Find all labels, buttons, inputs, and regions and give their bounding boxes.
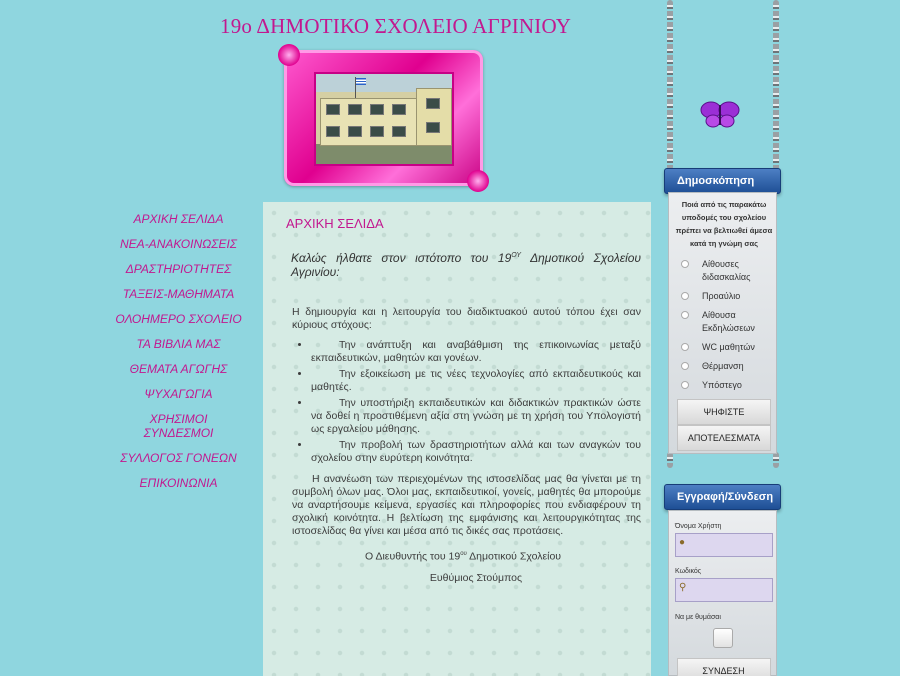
list-item: Την ανάπτυξη και αναβάθμιση της επικοινω… xyxy=(311,339,641,365)
poll-option-label: Αίθουσα Εκδηλώσεων xyxy=(702,310,755,333)
poll-option[interactable]: Υπόστεγο xyxy=(675,379,773,392)
poll-option-label: Προαύλιο xyxy=(702,291,741,301)
director-title: Ο Διευθυντής του 19ου Δημοτικού Σχολείου xyxy=(364,550,562,563)
intro-text: Η δημιουργία και η λειτουργία του διαδικ… xyxy=(292,306,641,331)
username-field[interactable]: ● xyxy=(675,533,773,557)
poll-option-label: Θέρμανση xyxy=(702,361,744,371)
poll-option-label: Υπόστεγο xyxy=(702,380,742,390)
login-button[interactable]: ΣΥΝΔΕΣΗ xyxy=(676,658,771,676)
poll-option[interactable]: WC μαθητών xyxy=(675,341,773,354)
radio-button[interactable] xyxy=(681,381,689,389)
list-item: Την προβολή των δραστηριοτήτων αλλά και … xyxy=(311,439,641,465)
radio-button[interactable] xyxy=(681,292,689,300)
director-name: Ευθύμιος Στούμπος xyxy=(429,571,523,584)
results-button[interactable]: ΑΠΟΤΕΛΕΣΜΑΤΑ xyxy=(677,425,771,451)
main-navigation: ΑΡΧΙΚΗ ΣΕΛΙΔΑ ΝΕΑ-ΑΝΑΚΟΙΝΩΣΕΙΣ ΔΡΑΣΤΗΡΙΟ… xyxy=(106,212,251,490)
radio-button[interactable] xyxy=(681,260,689,268)
decorative-chain-right xyxy=(773,0,779,170)
radio-button[interactable] xyxy=(681,343,689,351)
butterfly-icon xyxy=(700,101,740,128)
list-item: Την υποστήριξη εκπαιδευτικών και διδακτι… xyxy=(311,397,641,436)
nav-classes[interactable]: ΤΑΞΕΙΣ-ΜΑΘΗΜΑΤΑ xyxy=(106,287,251,301)
key-icon: ⚲ xyxy=(679,582,687,593)
username-label: Όνομα Χρήστη xyxy=(675,523,722,530)
remember-checkbox[interactable] xyxy=(713,628,733,648)
poll-header: Δημοσκόπηση xyxy=(664,168,781,194)
nav-home[interactable]: ΑΡΧΙΚΗ ΣΕΛΙΔΑ xyxy=(106,212,251,226)
goals-list: Την ανάπτυξη και αναβάθμιση της επικοινω… xyxy=(311,339,641,465)
login-header: Εγγραφή/Σύνδεση xyxy=(664,484,781,510)
nav-all-day-school[interactable]: ΟΛΟΗΜΕΡΟ ΣΧΟΛΕΙΟ xyxy=(106,312,251,326)
remember-label: Να με θυμάσαι xyxy=(675,614,721,621)
nav-news[interactable]: ΝΕΑ-ΑΝΑΚΟΙΝΩΣΕΙΣ xyxy=(106,237,251,251)
login-panel: Όνομα Χρήστη ● Κωδικός ⚲ Να με θυμάσαι Σ… xyxy=(668,510,777,676)
decorative-chain-left xyxy=(667,452,673,468)
welcome-text: Καλώς ήλθατε στον ιστότοπο του 19ΟΥ Δημο… xyxy=(291,251,642,279)
decorative-chain-left xyxy=(667,0,673,170)
nav-parents-association[interactable]: ΣΥΛΛΟΓΟΣ ΓΟΝΕΩΝ xyxy=(106,451,251,465)
nav-entertainment[interactable]: ΨΥΧΑΓΩΓΙΑ xyxy=(106,387,251,401)
list-item: Την εξοικείωση με τις νέες τεχνολογίες α… xyxy=(311,368,641,394)
nav-activities[interactable]: ΔΡΑΣΤΗΡΙΟΤΗΤΕΣ xyxy=(106,262,251,276)
nav-education-topics[interactable]: ΘΕΜΑΤΑ ΑΓΩΓΗΣ xyxy=(106,362,251,376)
poll-question: Ποιά από τις παρακάτω υποδομές του σχολε… xyxy=(675,200,773,248)
poll-panel: Ποιά από τις παρακάτω υποδομές του σχολε… xyxy=(668,192,777,454)
main-content: ΑΡΧΙΚΗ ΣΕΛΙΔΑ Καλώς ήλθατε στον ιστότοπο… xyxy=(263,202,651,676)
password-field[interactable]: ⚲ xyxy=(675,578,773,602)
radio-button[interactable] xyxy=(681,311,689,319)
nav-contact[interactable]: ΕΠΙΚΟΙΝΩΝΙΑ xyxy=(106,476,251,490)
user-icon: ● xyxy=(679,537,686,548)
poll-option[interactable]: Αίθουσα Εκδηλώσεων xyxy=(675,309,773,335)
nav-useful-links[interactable]: ΧΡΗΣΙΜΟΙ ΣΥΝΔΕΣΜΟΙ xyxy=(106,412,251,440)
poll-option-label: WC μαθητών xyxy=(702,342,755,352)
poll-option[interactable]: Προαύλιο xyxy=(675,290,773,303)
poll-option[interactable]: Θέρμανση xyxy=(675,360,773,373)
poll-option-label: Αίθουσες διδασκαλίας xyxy=(702,259,751,282)
radio-button[interactable] xyxy=(681,362,689,370)
outro-text: Η ανανέωση των περιεχομένων της ιστοσελί… xyxy=(292,473,641,537)
password-label: Κωδικός xyxy=(675,568,702,575)
page-heading: ΑΡΧΙΚΗ ΣΕΛΙΔΑ xyxy=(286,216,384,231)
decorative-chain-right xyxy=(773,452,779,468)
site-title: 19ο ΔΗΜΟΤΙΚΟ ΣΧΟΛΕΙΟ ΑΓΡΙΝΙΟΥ xyxy=(220,14,572,38)
school-photo-frame xyxy=(278,44,489,192)
vote-button[interactable]: ΨΗΦΙΣΤΕ xyxy=(677,399,771,425)
school-building-photo xyxy=(314,72,454,166)
poll-option[interactable]: Αίθουσες διδασκαλίας xyxy=(675,258,773,284)
nav-books[interactable]: ΤΑ ΒΙΒΛΙΑ ΜΑΣ xyxy=(106,337,251,351)
